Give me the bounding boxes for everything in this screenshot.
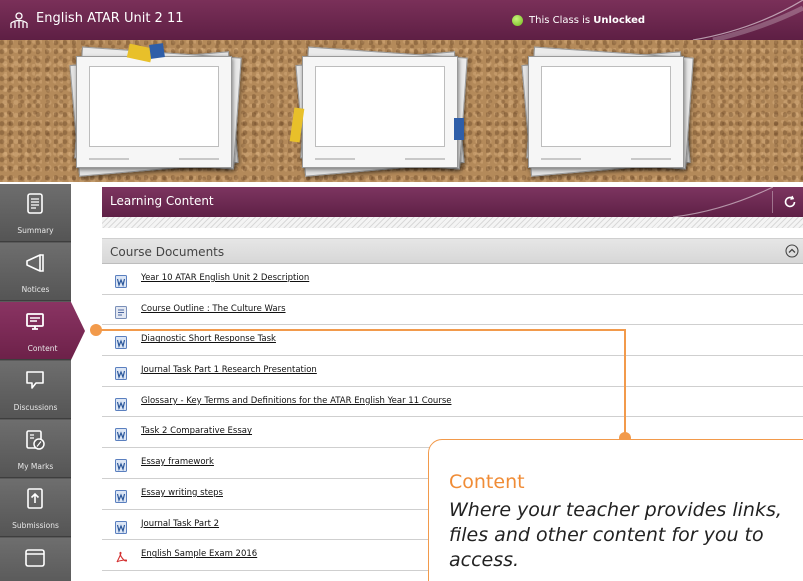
sidebar-item-content[interactable]: Content: [0, 302, 85, 360]
document-icon: [27, 193, 43, 214]
sidebar-item-summary[interactable]: Summary: [0, 184, 71, 242]
sidebar-item-more[interactable]: [0, 538, 71, 581]
section-title: Learning Content: [110, 194, 214, 208]
list-item: Diagnostic Short Response Task: [102, 325, 803, 357]
document-link[interactable]: Essay writing steps: [141, 488, 223, 498]
list-item: Glossary - Key Terms and Definitions for…: [102, 386, 803, 418]
status-prefix: This Class is: [529, 15, 591, 26]
document-icon: [115, 305, 127, 319]
document-link[interactable]: Glossary - Key Terms and Definitions for…: [141, 396, 451, 406]
refresh-icon[interactable]: [783, 195, 797, 209]
document-link[interactable]: Diagnostic Short Response Task: [141, 334, 276, 344]
megaphone-icon: [26, 254, 44, 272]
word-document-icon: [115, 428, 127, 442]
class-title: English ATAR Unit 2 11: [36, 11, 184, 26]
sidebar-item-my-marks[interactable]: My Marks: [0, 420, 71, 478]
sidebar-item-label: My Marks: [17, 462, 54, 471]
word-document-icon: [115, 459, 127, 473]
hatch-divider: [102, 217, 803, 228]
sidebar-item-discussions[interactable]: Discussions: [0, 361, 71, 419]
class-header: English ATAR Unit 2 11 This Class is Unl…: [0, 0, 803, 40]
word-document-icon: [115, 336, 127, 350]
word-document-icon: [115, 367, 127, 381]
document-link[interactable]: Course Outline : The Culture Wars: [141, 304, 286, 314]
divider: [772, 191, 773, 213]
sidebar-item-label: Summary: [17, 226, 54, 235]
class-logo-icon: [10, 12, 28, 28]
word-document-icon: [115, 397, 127, 411]
window-icon: [25, 549, 45, 567]
photo-frame-1: [69, 43, 242, 177]
sidebar-item-label: Content: [27, 344, 58, 353]
list-item: Course Outline : The Culture Wars: [102, 294, 803, 326]
learning-content-header: Learning Content: [102, 187, 803, 217]
document-link[interactable]: Task 2 Comparative Essay: [141, 426, 252, 436]
header-swoosh-decoration: [692, 0, 803, 40]
status-value: Unlocked: [593, 15, 646, 26]
course-documents-header[interactable]: Course Documents: [102, 238, 803, 264]
list-item: Year 10 ATAR English Unit 2 Description: [102, 264, 803, 295]
chat-bubble-icon: [26, 371, 44, 389]
list-item: Journal Task Part 1 Research Presentatio…: [102, 356, 803, 387]
upload-icon: [27, 488, 43, 509]
monitor-icon: [26, 313, 44, 330]
sidebar-item-submissions[interactable]: Submissions: [0, 479, 71, 537]
document-link[interactable]: Journal Task Part 1 Research Presentatio…: [141, 365, 317, 375]
photo-frame-3: [521, 46, 694, 177]
content-tooltip-callout: Content Where your teacher provides link…: [428, 439, 803, 581]
sidebar-item-label: Discussions: [13, 403, 58, 412]
document-link[interactable]: Year 10 ATAR English Unit 2 Description: [141, 273, 309, 283]
marks-percent-icon: [26, 430, 45, 450]
folder-title: Course Documents: [110, 245, 225, 259]
pdf-icon: [116, 551, 127, 563]
class-status: This Class is Unlocked: [512, 15, 645, 26]
word-document-icon: [115, 520, 127, 534]
callout-title: Content: [449, 471, 525, 493]
document-link[interactable]: Essay framework: [141, 457, 214, 467]
photo-frame-2: [289, 46, 468, 177]
sidebar-item-label: Submissions: [12, 521, 59, 530]
callout-description: Where your teacher provides links, files…: [449, 499, 782, 571]
word-document-icon: [115, 275, 127, 288]
chevron-up-icon[interactable]: [785, 244, 799, 258]
status-indicator-icon: [512, 15, 523, 26]
document-link[interactable]: English Sample Exam 2016: [141, 549, 257, 559]
header-swoosh-decoration: [672, 187, 773, 217]
sidebar-item-label: Notices: [21, 285, 50, 294]
word-document-icon: [115, 489, 127, 503]
class-banner: [0, 40, 803, 182]
sidebar-item-notices[interactable]: Notices: [0, 243, 71, 301]
document-link[interactable]: Journal Task Part 2: [141, 519, 219, 529]
